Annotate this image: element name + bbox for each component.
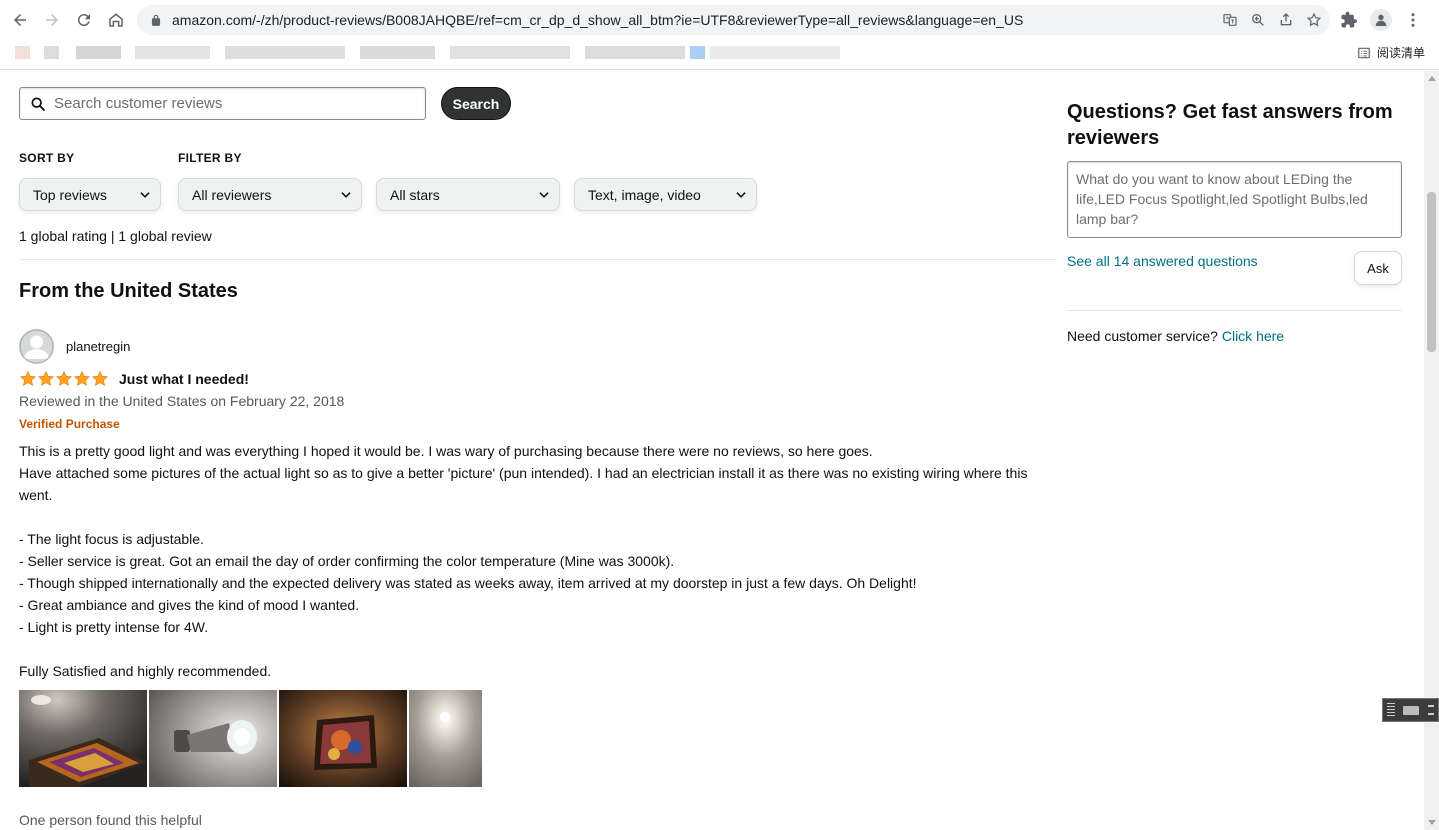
reviewer-name[interactable]: planetregin <box>66 339 130 354</box>
bookmark-item[interactable] <box>225 46 345 59</box>
avatar[interactable] <box>19 329 54 364</box>
review-images <box>19 690 482 787</box>
scrollbar-thumb[interactable] <box>1427 192 1436 352</box>
home-icon[interactable] <box>100 4 132 36</box>
translate-icon[interactable] <box>1222 12 1238 28</box>
forward-arrow-icon[interactable] <box>36 4 68 36</box>
review-body-line: - Light is pretty intense for 4W. <box>19 619 209 635</box>
review-body-line: Fully Satisfied and highly recommended. <box>19 663 272 679</box>
url-text[interactable]: amazon.com/-/zh/product-reviews/B008JAHQ… <box>172 12 1023 28</box>
drag-handle-icon[interactable] <box>1387 703 1396 717</box>
star-icon <box>37 370 55 386</box>
review-image-thumbnail[interactable] <box>409 690 482 787</box>
star-rating[interactable] <box>19 370 109 388</box>
filter-by-label: FILTER BY <box>178 151 242 165</box>
bookmark-item[interactable] <box>690 46 705 59</box>
bookmark-item[interactable] <box>450 46 570 59</box>
ratings-summary: 1 global rating | 1 global review <box>19 228 212 244</box>
review-body-line: - Seller service is great. Got an email … <box>19 553 675 569</box>
sort-dropdown[interactable]: Top reviews <box>19 178 161 211</box>
search-button[interactable]: Search <box>441 87 511 120</box>
star-icon <box>73 370 91 386</box>
address-bar[interactable]: amazon.com/-/zh/product-reviews/B008JAHQ… <box>137 5 1330 35</box>
search-icon <box>31 96 45 111</box>
search-input[interactable] <box>54 95 414 112</box>
more-menu-icon[interactable] <box>1404 11 1422 29</box>
chevron-down-icon <box>539 192 549 198</box>
star-filter-dropdown[interactable]: All stars <box>376 178 560 211</box>
review-image-thumbnail[interactable] <box>279 690 407 787</box>
review-body-line <box>19 638 1049 660</box>
share-icon[interactable] <box>1278 12 1294 28</box>
review-image-thumbnail[interactable] <box>149 690 277 787</box>
star-filter-selected: All stars <box>390 186 440 203</box>
back-arrow-icon[interactable] <box>4 4 36 36</box>
customer-service-line: Need customer service? Click here <box>1067 328 1284 344</box>
review-search-box[interactable] <box>19 87 426 120</box>
bookmark-item[interactable] <box>710 46 840 59</box>
bookmark-item[interactable] <box>76 46 121 59</box>
customer-service-link[interactable]: Click here <box>1222 328 1284 344</box>
review-body: This is a pretty good light and was ever… <box>19 440 1049 682</box>
customer-service-text: Need customer service? <box>1067 328 1218 344</box>
review-header: Just what I needed! <box>19 370 249 388</box>
divider <box>19 259 1056 260</box>
review-body-line: - Great ambiance and gives the kind of m… <box>19 597 360 613</box>
bookmark-item[interactable] <box>135 46 210 59</box>
zoom-icon[interactable] <box>1250 12 1266 28</box>
review-body-line <box>19 506 1049 528</box>
review-body-line: - Though shipped internationally and the… <box>19 575 917 591</box>
reading-list-button[interactable]: 阅读清单 <box>1357 44 1425 61</box>
media-filter-dropdown[interactable]: Text, image, video <box>574 178 757 211</box>
bookmark-item[interactable] <box>585 46 685 59</box>
bookmark-item[interactable] <box>15 46 30 59</box>
sort-selected: Top reviews <box>33 186 107 203</box>
star-icon <box>55 370 73 386</box>
review-image-thumbnail[interactable] <box>19 690 147 787</box>
reviewer-filter-dropdown[interactable]: All reviewers <box>178 178 362 211</box>
profile-avatar-icon[interactable] <box>1370 9 1392 31</box>
review-date: Reviewed in the United States on Februar… <box>19 393 345 409</box>
reviewer-filter-selected: All reviewers <box>192 186 272 203</box>
scroll-down-arrow-icon[interactable] <box>1428 820 1436 825</box>
star-icon <box>91 370 109 386</box>
chevron-down-icon <box>736 192 746 198</box>
ime-menu-icon[interactable] <box>1427 705 1434 715</box>
bookmark-item[interactable] <box>360 46 435 59</box>
questions-heading: Questions? Get fast answers from reviewe… <box>1067 101 1393 149</box>
divider <box>1067 310 1402 311</box>
verified-purchase-badge: Verified Purchase <box>19 417 120 431</box>
reload-icon[interactable] <box>68 4 100 36</box>
browser-toolbar: amazon.com/-/zh/product-reviews/B008JAHQ… <box>0 0 1439 40</box>
helpful-count: One person found this helpful <box>19 812 202 828</box>
review-body-line: - The light focus is adjustable. <box>19 531 204 547</box>
see-all-questions-link[interactable]: See all 14 answered questions <box>1067 253 1258 269</box>
reading-list-label: 阅读清单 <box>1376 46 1425 60</box>
media-filter-selected: Text, image, video <box>588 186 701 203</box>
bookmark-item[interactable] <box>44 46 59 59</box>
section-title: From the United States <box>19 280 238 302</box>
page-content: Search SORT BY FILTER BY Top reviews All… <box>0 71 1424 830</box>
reviewer-profile[interactable]: planetregin <box>19 329 130 364</box>
lock-icon <box>151 14 161 26</box>
question-input[interactable] <box>1067 161 1402 238</box>
scroll-up-arrow-icon[interactable] <box>1428 76 1436 81</box>
reading-list-icon <box>1358 47 1370 58</box>
extensions-puzzle-icon[interactable] <box>1340 11 1358 29</box>
chevron-down-icon <box>341 192 351 198</box>
bookmark-star-icon[interactable] <box>1306 12 1322 28</box>
review-body-line: This is a pretty good light and was ever… <box>19 443 873 459</box>
sort-by-label: SORT BY <box>19 151 75 165</box>
chevron-down-icon <box>140 192 150 198</box>
ask-button[interactable]: Ask <box>1354 251 1402 285</box>
star-icon <box>19 370 37 386</box>
review-title[interactable]: Just what I needed! <box>119 371 249 387</box>
keyboard-icon[interactable] <box>1403 705 1420 715</box>
review-body-line: Have attached some pictures of the actua… <box>19 465 1032 503</box>
ime-toolbar[interactable] <box>1382 698 1439 722</box>
